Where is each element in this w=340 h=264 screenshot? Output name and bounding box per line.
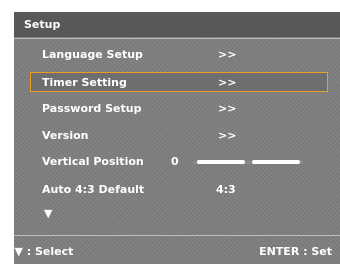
footer-divider — [14, 235, 340, 236]
select-hint: ▲▼ : Select — [6, 245, 74, 258]
menu-item-label: Password Setup — [42, 102, 142, 115]
submenu-arrow: >> — [218, 129, 237, 142]
submenu-arrow: >> — [218, 76, 237, 89]
menu-item-timer-setting[interactable]: Timer Setting >> — [30, 72, 328, 92]
menu-item-language-setup[interactable]: Language Setup >> — [30, 45, 330, 65]
menu-item-auto-43-default[interactable]: Auto 4:3 Default 4:3 — [30, 180, 330, 200]
menu-item-label: Version — [42, 129, 89, 142]
vertical-position-value: 0 — [171, 155, 179, 168]
slider-fill-left — [197, 160, 245, 164]
menu-item-label: Auto 4:3 Default — [42, 183, 145, 196]
page-title: Setup — [24, 18, 61, 31]
title-bar — [14, 12, 340, 37]
footer: ▲▼ : Select ENTER : Set — [0, 242, 340, 262]
title-divider — [14, 38, 340, 39]
submenu-arrow: >> — [218, 102, 237, 115]
menu-item-version[interactable]: Version >> — [30, 126, 330, 146]
down-arrow-icon: ▼ — [44, 207, 53, 220]
menu-item-label: Timer Setting — [42, 76, 127, 89]
menu-item-password-setup[interactable]: Password Setup >> — [30, 99, 330, 119]
slider-fill-right — [252, 160, 300, 164]
submenu-arrow: >> — [218, 48, 237, 61]
menu-item-vertical-position[interactable]: Vertical Position 0 — [30, 152, 330, 172]
menu-item-label: Vertical Position — [42, 155, 144, 168]
aspect-value: 4:3 — [216, 183, 236, 196]
menu-item-label: Language Setup — [42, 48, 143, 61]
enter-hint: ENTER : Set — [259, 245, 332, 258]
